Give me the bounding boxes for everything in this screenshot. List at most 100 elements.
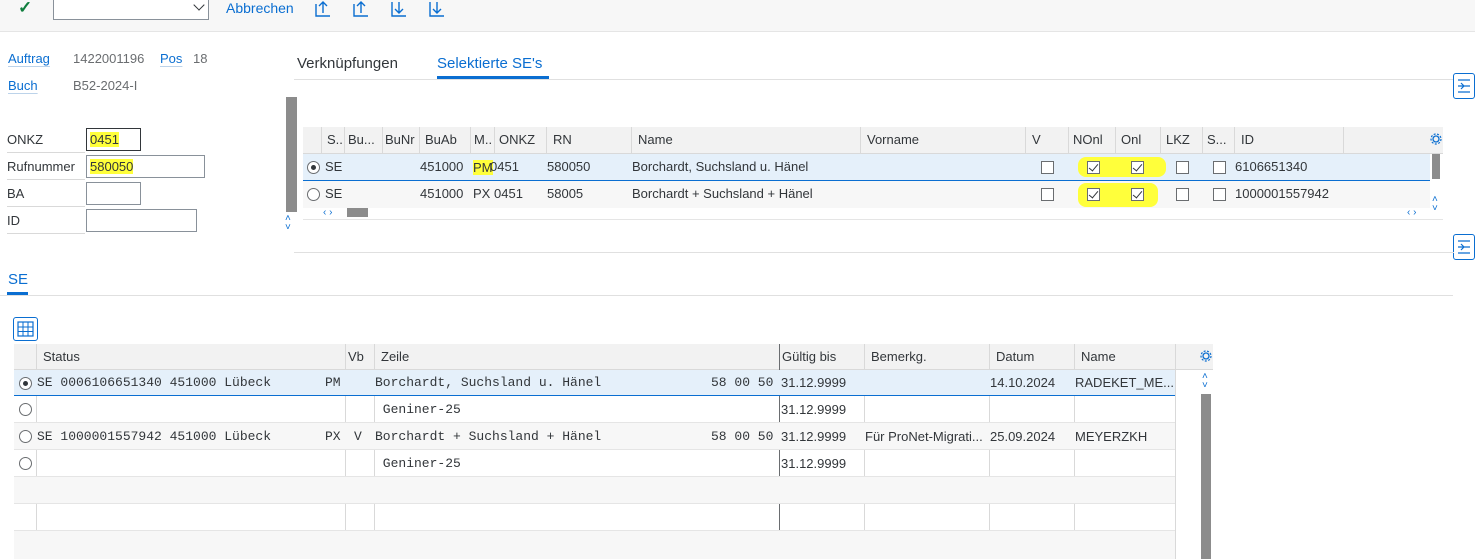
empty-row [14,531,1175,559]
cell-gueltig: 31.12.9999 [781,429,847,444]
import-down-icon[interactable] [390,0,408,18]
col-nonl[interactable]: NOnl [1073,127,1103,153]
tab-verknuepfungen[interactable]: Verknüpfungen [297,55,398,72]
cell-onkz: 0451 [490,159,519,174]
side-panel-toggle-2[interactable] [1453,234,1475,260]
horizontal-scroll-thumb[interactable] [347,208,368,217]
cell-number: 58 00 50 [711,375,774,390]
empty-row [14,504,1175,531]
col-id[interactable]: ID [1241,127,1254,153]
chevron-down-icon [193,0,205,11]
onl-checkbox[interactable] [1131,188,1144,201]
cell-buab: 451000 [420,186,464,201]
col-rn[interactable]: RN [553,127,572,153]
auftrag-link[interactable]: Auftrag [8,51,50,66]
side-panel-toggle[interactable] [1453,73,1475,99]
col-bunr[interactable]: BuNr [385,127,415,153]
cell-bemerkg: Für ProNet-Migrati... [865,429,983,444]
col-datum[interactable]: Datum [996,344,1034,370]
col-buab[interactable]: BuAb [425,127,457,153]
scroll-left-right-icon[interactable]: ‹ › [323,207,332,219]
col-vb[interactable]: Vb [348,344,364,370]
table-settings-gear-icon[interactable] [1200,350,1212,362]
onl-checkbox[interactable] [1131,161,1144,174]
panel-divider [294,252,1454,253]
row-select-radio[interactable] [19,403,32,416]
se-section-title[interactable]: SE [8,271,28,288]
splitter-arrows-icon[interactable]: ˄ ˅ [285,214,291,233]
col-bu[interactable]: Bu... [348,127,375,153]
checkmark-icon[interactable]: ✓ [18,0,38,16]
cell-m: PX [473,186,491,201]
v-checkbox[interactable] [1041,188,1054,201]
cell-number: 58 00 50 [711,429,774,444]
col-bemerkg[interactable]: Bemerkg. [871,344,927,370]
tab-divider [294,79,1454,80]
scroll-up-down-icon[interactable]: ˄ ˅ [1202,372,1208,391]
tab-selektierte-se[interactable]: Selektierte SE's [437,55,542,72]
cell-name: RADEKET_ME... [1075,375,1174,390]
panel-list-icon [1458,240,1470,254]
vertical-scroll-thumb[interactable] [1432,154,1440,179]
col-zeile[interactable]: Zeile [381,344,409,370]
col-gueltig[interactable]: Gültig bis [782,344,836,370]
import-down-icon[interactable] [428,0,446,18]
scroll-up-down-icon[interactable]: ˄ ˅ [1432,195,1438,214]
col-onkz[interactable]: ONKZ [499,127,535,153]
export-up-icon[interactable] [352,0,370,18]
col-s[interactable]: S.. [327,127,343,153]
cell-vb: V [354,429,362,444]
row-select-radio[interactable] [307,161,320,174]
col-onl[interactable]: Onl [1121,127,1141,153]
row-select-radio[interactable] [307,188,320,201]
row-select-radio[interactable] [19,457,32,470]
table-settings-gear-icon[interactable] [1430,133,1442,145]
rufnummer-field[interactable]: 580050 [86,155,205,178]
cell-name: MEYERZKH [1075,429,1148,444]
command-combobox[interactable] [53,0,209,20]
nonl-checkbox[interactable] [1087,188,1100,201]
detail-table-row[interactable] [14,396,1175,423]
row-select-radio[interactable] [19,377,32,390]
nonl-checkbox[interactable] [1087,161,1100,174]
cell-rn: 580050 [547,159,591,174]
col-status[interactable]: Status [43,344,80,370]
col-vorname[interactable]: Vorname [867,127,919,153]
pos-link[interactable]: Pos [160,51,182,66]
vertical-scroll-thumb[interactable] [1201,394,1211,559]
table-grid-icon [17,321,34,337]
detail-table-row[interactable] [14,450,1175,477]
table-view-button[interactable] [13,317,38,341]
onkz-field[interactable]: 0451 [86,128,141,151]
s-checkbox[interactable] [1213,161,1226,174]
scroll-left-right-icon[interactable]: ‹ › [1407,207,1416,219]
cell-id: 6106651340 [1235,159,1308,174]
cancel-button[interactable]: Abbrechen [226,0,294,17]
splitter-handle[interactable] [286,97,297,212]
id-field[interactable] [86,209,197,232]
se-detail-table: Status Vb Zeile Gültig bis Bemerkg. Datu… [14,344,1213,559]
cell-onkz: 0451 [494,186,523,201]
cell-datum: 25.09.2024 [990,429,1056,444]
col-lkz[interactable]: LKZ [1166,127,1190,153]
onkz-value: 0451 [90,132,119,147]
buch-value: B52-2024-I [73,78,138,93]
v-checkbox[interactable] [1041,161,1054,174]
buch-link[interactable]: Buch [8,78,38,93]
row-select-radio[interactable] [19,430,32,443]
col-m[interactable]: M.. [474,127,492,153]
pos-value: 18 [193,51,208,66]
ba-field[interactable] [86,182,141,205]
col-s2[interactable]: S... [1207,127,1227,153]
col-name[interactable]: Name [638,127,673,153]
cell-name: Borchardt + Suchsland + Hänel [632,186,813,201]
toolbar [0,0,1475,32]
col-name[interactable]: Name [1081,344,1116,370]
onkz-label: ONKZ [7,129,85,153]
col-v[interactable]: V [1032,127,1041,153]
export-up-icon[interactable] [314,0,332,18]
s-checkbox[interactable] [1213,188,1226,201]
lkz-checkbox[interactable] [1176,161,1189,174]
cell-gueltig: 31.12.9999 [781,456,847,471]
lkz-checkbox[interactable] [1176,188,1189,201]
